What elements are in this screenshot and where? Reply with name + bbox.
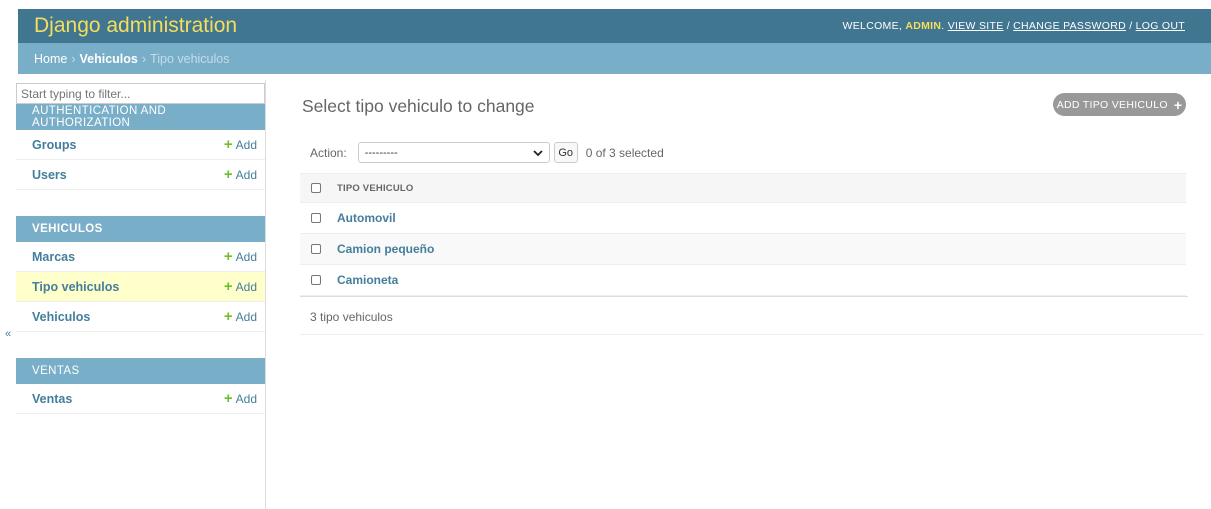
page-title: Select tipo vehiculo to change (302, 96, 535, 116)
table-header: TIPO VEHICULO (300, 173, 1186, 203)
plus-icon: + (223, 166, 233, 183)
result-list: TIPO VEHICULO Automovil Camion pequeño C… (300, 173, 1188, 297)
breadcrumb-current: Tipo vehiculos (150, 51, 230, 66)
tipo-vehiculos-link[interactable]: Tipo vehiculos (32, 280, 119, 294)
row-checkbox[interactable] (311, 213, 321, 223)
action-selected-value: --------- (364, 146, 398, 159)
ventas-link[interactable]: Ventas (32, 392, 72, 406)
plus-icon: + (1173, 96, 1183, 113)
module-spacer (16, 190, 265, 216)
sidebar-nav: AUTHENTICATION AND AUTHORIZATION Groups … (16, 80, 266, 509)
sidebar-item-tipo-vehiculos: Tipo vehiculos + Add (16, 272, 265, 302)
sidebar-item-ventas: Ventas + Add (16, 384, 265, 414)
tools-separator: / (1129, 20, 1133, 32)
groups-add-link[interactable]: + Add (224, 137, 257, 152)
sidebar-item-marcas: Marcas + Add (16, 242, 265, 272)
user-tools: WELCOME, ADMIN. VIEW SITE / CHANGE PASSW… (842, 20, 1185, 32)
double-chevron-left-icon[interactable]: « (5, 328, 11, 340)
table-row: Camion pequeño (300, 234, 1186, 265)
breadcrumb-separator: › (71, 51, 76, 66)
site-header: Django administration WELCOME, ADMIN. VI… (18, 9, 1211, 43)
module-auth-caption[interactable]: AUTHENTICATION AND AUTHORIZATION (16, 104, 265, 130)
plus-icon: + (223, 308, 233, 325)
log-out-link[interactable]: LOG OUT (1136, 20, 1185, 32)
add-label: Add (235, 167, 257, 182)
view-site-link[interactable]: VIEW SITE (948, 20, 1004, 32)
marcas-link[interactable]: Marcas (32, 250, 75, 264)
tools-separator: / (1006, 20, 1010, 32)
select-all-checkbox[interactable] (311, 183, 321, 193)
module-spacer (16, 332, 265, 358)
column-header-tipo-vehiculo[interactable]: TIPO VEHICULO (337, 183, 414, 194)
breadcrumb: Home › Vehiculos › Tipo vehiculos (18, 43, 1211, 74)
table-divider (300, 296, 1188, 297)
row-link[interactable]: Camion pequeño (337, 242, 434, 256)
actions-bar: Action: --------- Go 0 of 3 selected (310, 142, 664, 163)
table-row: Camioneta (300, 265, 1186, 296)
vehiculos-link[interactable]: Vehiculos (32, 310, 90, 324)
row-checkbox[interactable] (311, 275, 321, 285)
tipo-vehiculos-add-link[interactable]: + Add (224, 279, 257, 294)
add-tipo-vehiculo-button[interactable]: ADD TIPO VEHICULO + (1053, 93, 1186, 116)
action-select[interactable]: --------- (357, 142, 550, 163)
users-link[interactable]: Users (32, 168, 67, 182)
breadcrumb-vehiculos[interactable]: Vehiculos (80, 52, 138, 66)
vehiculos-add-link[interactable]: + Add (224, 309, 257, 324)
add-label: Add (235, 391, 257, 406)
chevron-down-icon (533, 149, 543, 156)
breadcrumb-home[interactable]: Home (34, 52, 67, 66)
plus-icon: + (223, 248, 233, 265)
action-label: Action: (310, 145, 347, 160)
sidebar-item-groups: Groups + Add (16, 130, 265, 160)
plus-icon: + (223, 136, 233, 153)
sidebar-item-users: Users + Add (16, 160, 265, 190)
plus-icon: + (223, 278, 233, 295)
username: ADMIN (905, 20, 942, 32)
module-vehiculos-caption[interactable]: VEHICULOS (16, 216, 265, 242)
marcas-add-link[interactable]: + Add (224, 249, 257, 264)
users-add-link[interactable]: + Add (224, 167, 257, 182)
plus-icon: + (223, 390, 233, 407)
row-link[interactable]: Automovil (337, 211, 396, 225)
go-button[interactable]: Go (553, 142, 578, 163)
add-button-label: ADD TIPO VEHICULO (1056, 98, 1168, 111)
groups-link[interactable]: Groups (32, 138, 76, 152)
nav-filter-input[interactable] (16, 83, 265, 104)
breadcrumb-separator: › (141, 51, 147, 66)
site-branding[interactable]: Django administration (34, 14, 237, 38)
table-row: Automovil (300, 203, 1186, 234)
change-password-link[interactable]: CHANGE PASSWORD (1013, 20, 1126, 32)
ventas-add-link[interactable]: + Add (224, 391, 257, 406)
paginator: 3 tipo vehiculos (300, 299, 1204, 335)
selected-count: 0 of 3 selected (585, 145, 664, 160)
row-link[interactable]: Camioneta (337, 273, 398, 287)
welcome-text: WELCOME, (842, 20, 903, 32)
row-checkbox[interactable] (311, 244, 321, 254)
add-label: Add (235, 249, 257, 264)
sidebar-item-vehiculos: Vehiculos + Add (16, 302, 265, 332)
module-ventas-caption[interactable]: VENTAS (16, 358, 265, 384)
add-label: Add (235, 137, 257, 152)
add-label: Add (235, 279, 257, 294)
add-label: Add (235, 309, 257, 324)
